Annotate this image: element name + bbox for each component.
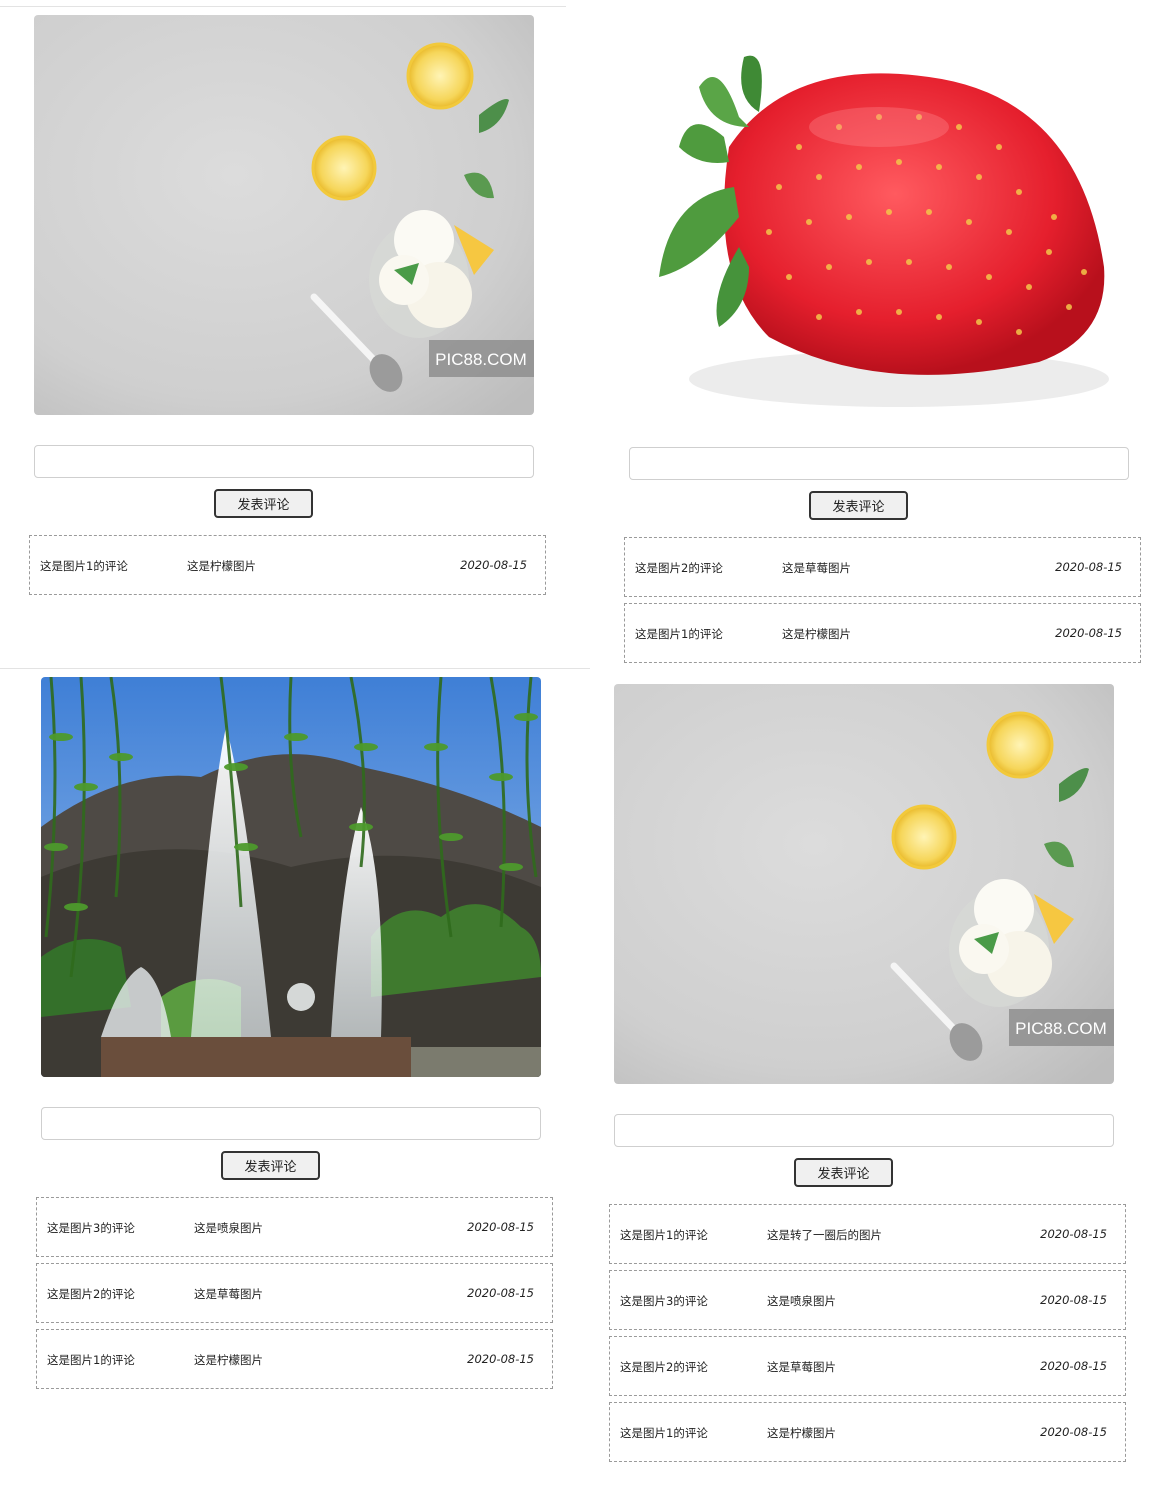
comment-input[interactable] (629, 447, 1129, 480)
comment-item: 这是图片1的评论 这是柠檬图片 2020-08-15 (609, 1402, 1126, 1462)
strawberry-photo (629, 17, 1129, 417)
comment-item: 这是图片2的评论 这是草莓图片 2020-08-15 (624, 537, 1141, 597)
post-comment-button[interactable]: 发表评论 (214, 489, 313, 518)
comment-image-title: 这是柠檬图片 (767, 1426, 836, 1440)
page: PIC88.COM 发表评论 这是图片1的评论 这是柠檬图片 2020-08-15 (0, 0, 1154, 1488)
comment-text: 这是图片3的评论 (620, 1294, 708, 1308)
comment-image-title: 这是草莓图片 (782, 561, 851, 575)
fountain-photo (41, 677, 541, 1077)
comment-text: 这是图片1的评论 (620, 1426, 708, 1440)
comment-image-title: 这是喷泉图片 (767, 1294, 836, 1308)
comment-list: 这是图片1的评论 这是转了一圈后的图片 2020-08-15 这是图片3的评论 这是喷泉… (609, 1204, 1126, 1468)
comment-date: 2020-08-15 (467, 1286, 534, 1300)
comment-text: 这是图片3的评论 (47, 1221, 135, 1235)
post-comment-button[interactable]: 发表评论 (794, 1158, 893, 1187)
comment-date: 2020-08-15 (1040, 1227, 1107, 1241)
comment-item: 这是图片3的评论 这是喷泉图片 2020-08-15 (36, 1197, 553, 1257)
divider (0, 6, 566, 7)
comment-image-title: 这是柠檬图片 (187, 559, 256, 573)
comment-date: 2020-08-15 (467, 1220, 534, 1234)
comment-text: 这是图片1的评论 (47, 1353, 135, 1367)
comment-text: 这是图片1的评论 (635, 627, 723, 641)
comment-date: 2020-08-15 (1055, 560, 1122, 574)
comment-input[interactable] (41, 1107, 541, 1140)
comment-item: 这是图片1的评论 这是转了一圈后的图片 2020-08-15 (609, 1204, 1126, 1264)
comment-list: 这是图片3的评论 这是喷泉图片 2020-08-15 这是图片2的评论 这是草莓图片 20… (36, 1197, 553, 1395)
divider (0, 668, 590, 669)
comment-item: 这是图片3的评论 这是喷泉图片 2020-08-15 (609, 1270, 1126, 1330)
comment-text: 这是图片2的评论 (47, 1287, 135, 1301)
comment-date: 2020-08-15 (1040, 1359, 1107, 1373)
comment-item: 这是图片1的评论 这是柠檬图片 2020-08-15 (624, 603, 1141, 663)
comment-date: 2020-08-15 (467, 1352, 534, 1366)
comment-item: 这是图片1的评论 这是柠檬图片 2020-08-15 (36, 1329, 553, 1389)
comment-date: 2020-08-15 (460, 558, 527, 572)
comment-text: 这是图片2的评论 (620, 1360, 708, 1374)
comment-input[interactable] (614, 1114, 1114, 1147)
comment-image-title: 这是柠檬图片 (194, 1353, 263, 1367)
comment-date: 2020-08-15 (1040, 1425, 1107, 1439)
comment-input[interactable] (34, 445, 534, 478)
comment-item: 这是图片2的评论 这是草莓图片 2020-08-15 (609, 1336, 1126, 1396)
comment-date: 2020-08-15 (1055, 626, 1122, 640)
post-comment-button[interactable]: 发表评论 (221, 1151, 320, 1180)
comment-text: 这是图片1的评论 (620, 1228, 708, 1242)
comment-text: 这是图片1的评论 (40, 559, 128, 573)
comment-list: 这是图片2的评论 这是草莓图片 2020-08-15 这是图片1的评论 这是柠檬图片 20… (624, 537, 1141, 669)
comment-date: 2020-08-15 (1040, 1293, 1107, 1307)
comment-text: 这是图片2的评论 (635, 561, 723, 575)
post-comment-button[interactable]: 发表评论 (809, 491, 908, 520)
watermark: PIC88.COM (1015, 1019, 1107, 1038)
lemon-icecream-photo: PIC88.COM (34, 15, 534, 415)
comment-image-title: 这是转了一圈后的图片 (767, 1228, 882, 1242)
comment-image-title: 这是柠檬图片 (782, 627, 851, 641)
comment-item: 这是图片1的评论 这是柠檬图片 2020-08-15 (29, 535, 546, 595)
watermark: PIC88.COM (435, 350, 527, 369)
lemon-icecream-photo: PIC88.COM (614, 684, 1114, 1084)
comment-image-title: 这是喷泉图片 (194, 1221, 263, 1235)
comment-image-title: 这是草莓图片 (194, 1287, 263, 1301)
comment-item: 这是图片2的评论 这是草莓图片 2020-08-15 (36, 1263, 553, 1323)
comment-image-title: 这是草莓图片 (767, 1360, 836, 1374)
comment-list: 这是图片1的评论 这是柠檬图片 2020-08-15 (29, 535, 546, 601)
